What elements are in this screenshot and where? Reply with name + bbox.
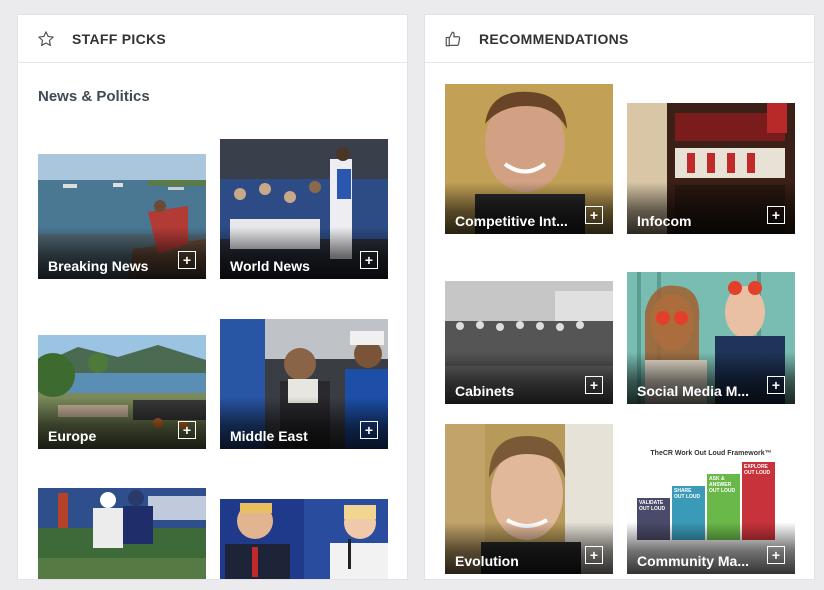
plus-icon: + [364, 251, 374, 268]
sports-image [38, 488, 206, 579]
tile-label: Competitive Int... [455, 213, 568, 229]
add-button[interactable]: + [767, 546, 785, 564]
tile-label: Middle East [230, 428, 308, 444]
tile-label: Infocom [637, 213, 692, 229]
add-button[interactable]: + [585, 546, 603, 564]
staff-picks-title: STAFF PICKS [72, 30, 167, 47]
plus-icon: + [182, 251, 192, 268]
tile-community-management[interactable]: TheCR Work Out Loud Framework™ VALIDATE … [627, 438, 795, 574]
add-button[interactable]: + [767, 206, 785, 224]
plus-icon: + [771, 376, 781, 393]
tile-social-media[interactable]: Social Media M... + [627, 272, 795, 404]
tile-label: Social Media M... [637, 383, 750, 399]
tile-breaking-news[interactable]: Breaking News + [38, 154, 206, 279]
staff-picks-panel: STAFF PICKS News & Politics Breaking New… [17, 14, 408, 580]
tile-europe[interactable]: Europe + [38, 335, 206, 449]
tile-sports-partial[interactable] [38, 488, 206, 579]
tile-competitive-intelligence[interactable]: Competitive Int... + [445, 84, 613, 234]
plus-icon: + [771, 206, 781, 223]
star-icon [37, 30, 55, 48]
recommendations-title: RECOMMENDATIONS [479, 30, 629, 47]
tile-cabinets[interactable]: Cabinets + [445, 281, 613, 404]
tile-label: Cabinets [455, 383, 515, 399]
tile-politics-partial[interactable] [220, 499, 388, 579]
plus-icon: + [589, 546, 599, 563]
plus-icon: + [771, 546, 781, 563]
add-button[interactable]: + [360, 421, 378, 439]
add-button[interactable]: + [767, 376, 785, 394]
tile-evolution[interactable]: Evolution + [445, 424, 613, 574]
tile-label: Europe [48, 428, 97, 444]
add-button[interactable]: + [178, 251, 196, 269]
staff-picks-header: STAFF PICKS [18, 15, 407, 63]
add-button[interactable]: + [585, 376, 603, 394]
plus-icon: + [182, 421, 192, 438]
thumbs-up-icon [444, 30, 462, 48]
recommendations-header: RECOMMENDATIONS [425, 15, 814, 63]
tile-label: Evolution [455, 553, 519, 569]
politics-image [220, 499, 388, 579]
recommendations-panel: RECOMMENDATIONS Competitive Int... + Inf… [424, 14, 815, 580]
tile-label: Breaking News [48, 258, 149, 274]
tile-label: Community Ma... [637, 553, 750, 569]
plus-icon: + [589, 206, 599, 223]
tile-middle-east[interactable]: Middle East + [220, 319, 388, 449]
plus-icon: + [589, 376, 599, 393]
add-button[interactable]: + [360, 251, 378, 269]
add-button[interactable]: + [585, 206, 603, 224]
section-title: News & Politics [38, 88, 150, 105]
add-button[interactable]: + [178, 421, 196, 439]
plus-icon: + [364, 421, 374, 438]
tile-infocom[interactable]: Infocom + [627, 103, 795, 234]
tile-world-news[interactable]: World News + [220, 139, 388, 279]
tile-label: World News [230, 258, 310, 274]
framework-title: TheCR Work Out Loud Framework™ [650, 450, 772, 457]
